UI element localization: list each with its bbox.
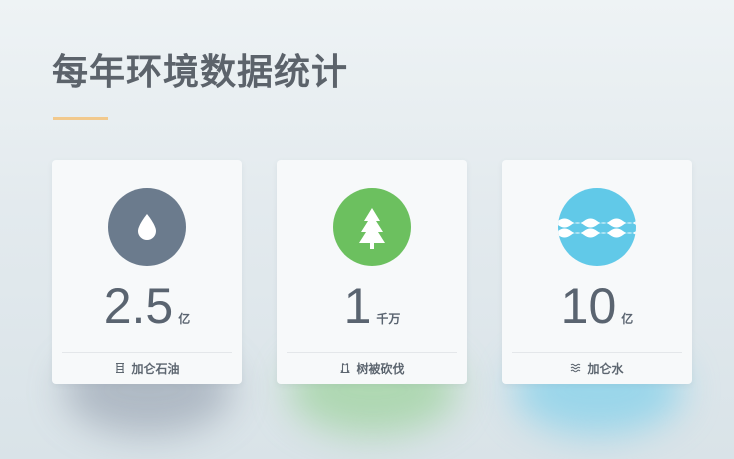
tree-icon (333, 188, 411, 266)
stat-unit: 亿 (621, 312, 634, 326)
stat-value-row: 2.5 亿 (52, 276, 242, 336)
stat-label: 树被砍伐 (356, 361, 405, 376)
stat-label: 加仑石油 (131, 361, 180, 376)
stat-unit: 千万 (376, 312, 401, 326)
card-divider (512, 352, 682, 353)
stat-value: 10 (560, 278, 617, 334)
stat-label-row: 树被砍伐 (277, 357, 467, 379)
card-divider (62, 352, 232, 353)
water-waves-icon (558, 188, 636, 266)
stump-icon (339, 362, 351, 374)
waves-icon (570, 362, 582, 374)
oil-barrel-icon (114, 362, 126, 374)
stat-value: 1 (343, 278, 372, 334)
stat-value-row: 1 千万 (277, 276, 467, 336)
page-title: 每年环境数据统计 (52, 52, 349, 93)
stat-value: 2.5 (103, 278, 174, 334)
card-divider (287, 352, 457, 353)
title-underline (53, 117, 108, 120)
stat-value-row: 10 亿 (502, 276, 692, 336)
stat-card-water: 10 亿 加仑水 (502, 160, 692, 384)
stat-card-oil: 2.5 亿 加仑石油 (52, 160, 242, 384)
stat-label-row: 加仑水 (502, 357, 692, 379)
stat-label-row: 加仑石油 (52, 357, 242, 379)
stat-card-trees: 1 千万 树被砍伐 (277, 160, 467, 384)
stat-label: 加仑水 (587, 361, 624, 376)
oil-drop-icon (108, 188, 186, 266)
stat-unit: 亿 (178, 312, 191, 326)
